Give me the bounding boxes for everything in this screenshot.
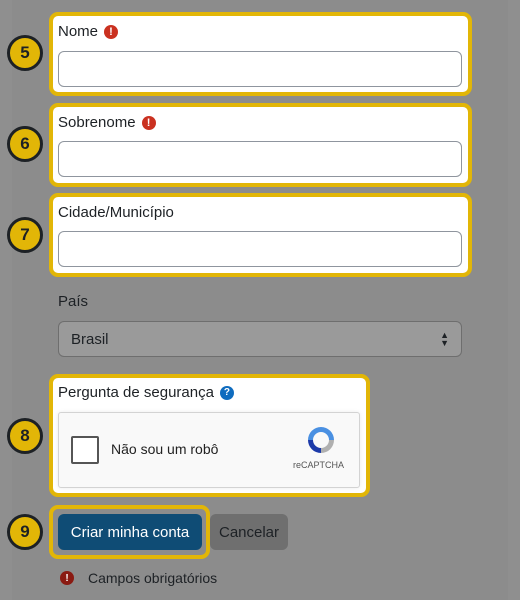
required-note-text: Campos obrigatórios [88,570,218,586]
pais-label: País [58,293,89,310]
create-account-button[interactable]: Criar minha conta [58,514,202,550]
cidade-input[interactable] [58,231,462,267]
pais-selected-value: Brasil [71,330,109,348]
select-arrows-icon: ▲ ▼ [440,330,449,348]
cidade-label: Cidade/Município [58,204,174,221]
security-label: Pergunta de segurança ? [58,384,234,401]
step-badge-5: 5 [7,35,43,71]
sobrenome-input[interactable] [58,141,462,177]
help-icon[interactable]: ? [219,385,234,400]
recaptcha-logo-icon [308,427,334,453]
step-badge-7: 7 [7,217,43,253]
recaptcha-widget: Não sou um robô reCAPTCHA [58,412,360,488]
sobrenome-label-text: Sobrenome [58,114,136,131]
step-badge-8: 8 [7,418,43,454]
cancel-button[interactable]: Cancelar [210,514,288,550]
step-badge-9: 9 [7,514,43,550]
cidade-label-text: Cidade/Município [58,204,174,221]
nome-label: Nome ! [58,23,119,40]
pais-select[interactable]: Brasil ▲ ▼ [58,321,462,357]
required-note: ! Campos obrigatórios [60,570,217,586]
required-icon: ! [141,115,156,130]
required-icon: ! [60,571,74,585]
security-label-text: Pergunta de segurança [58,384,214,401]
right-band [508,0,520,600]
nome-input[interactable] [58,51,462,87]
required-icon: ! [104,24,119,39]
step-badge-6: 6 [7,126,43,162]
nome-label-text: Nome [58,23,99,40]
captcha-text: Não sou um robô [111,441,219,457]
captcha-brand: reCAPTCHA [293,460,345,470]
left-band [0,0,12,600]
captcha-checkbox[interactable] [71,436,99,464]
sobrenome-label: Sobrenome ! [58,114,156,131]
